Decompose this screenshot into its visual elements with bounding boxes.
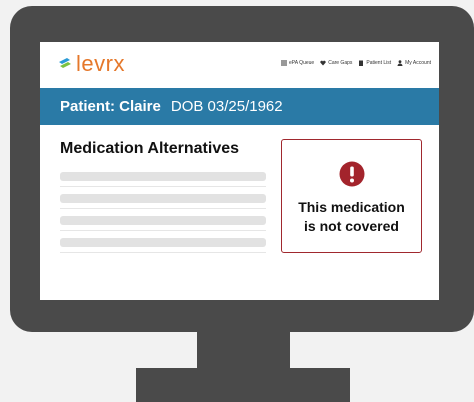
top-nav: ePA Queue Care Gaps Patient List My Acco…: [280, 60, 431, 66]
nav-label: ePA Queue: [288, 60, 315, 66]
row-divider: [60, 208, 266, 209]
nav-label: Care Gaps: [328, 60, 353, 66]
nav-item-patient-list[interactable]: Patient List: [358, 60, 391, 66]
monitor-base: [136, 368, 350, 402]
placeholder-row: [60, 238, 266, 247]
patient-name: Patient: Claire: [60, 98, 161, 115]
heart-icon: [320, 60, 326, 66]
top-bar: levrx ePA Queue Care Gaps Patient List M…: [40, 42, 439, 87]
clipboard-icon: [359, 60, 364, 66]
alert-line-1: This medication: [298, 199, 405, 215]
coverage-alert: This medication is not covered: [281, 139, 422, 253]
patient-dob: DOB 03/25/1962: [170, 98, 283, 115]
row-divider: [60, 230, 266, 231]
placeholder-row: [60, 194, 266, 203]
screen: levrx ePA Queue Care Gaps Patient List M…: [40, 42, 439, 300]
row-divider: [60, 186, 266, 187]
list-icon: [280, 60, 287, 66]
exclamation-circle-icon: [339, 161, 365, 187]
logo-text: levrx: [76, 51, 125, 76]
placeholder-row: [60, 172, 266, 181]
logo[interactable]: levrx: [58, 52, 125, 76]
nav-label: Patient List: [366, 60, 392, 66]
user-icon: [397, 60, 403, 66]
nav-item-my-account[interactable]: My Account: [397, 60, 431, 66]
placeholder-row: [60, 216, 266, 225]
nav-item-care-gaps[interactable]: Care Gaps: [320, 60, 352, 66]
alert-message: This medication is not covered: [282, 198, 421, 236]
row-divider: [60, 252, 266, 253]
alert-line-2: is not covered: [304, 218, 399, 234]
monitor-neck: [197, 330, 290, 370]
patient-banner: Patient: Claire DOB 03/25/1962: [40, 88, 439, 125]
nav-label: My Account: [405, 60, 431, 66]
logo-mark-icon: [59, 58, 71, 68]
medication-alternatives-title: Medication Alternatives: [60, 140, 240, 157]
nav-item-epa-queue[interactable]: ePA Queue: [280, 60, 315, 66]
